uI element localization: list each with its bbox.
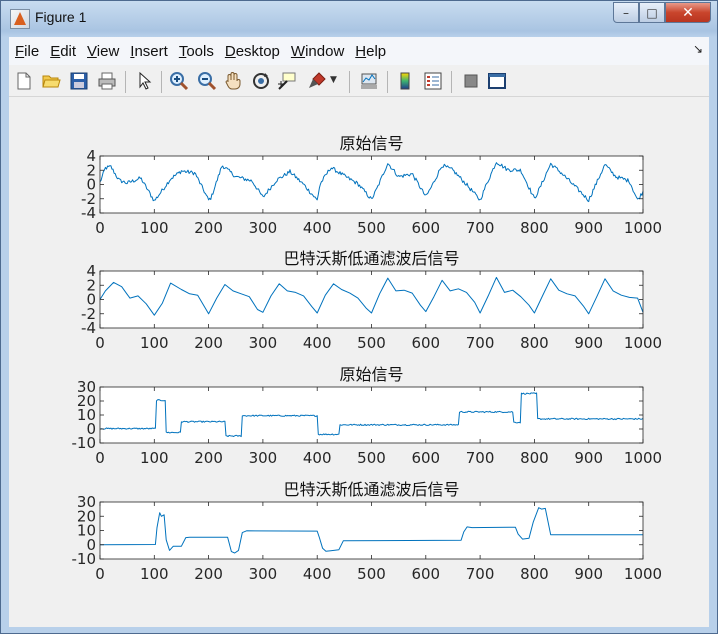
x-tick-label: 500: [357, 449, 386, 467]
data-cursor-icon[interactable]: [277, 71, 297, 91]
x-tick-label: 200: [194, 334, 223, 352]
zoom-out-icon[interactable]: [197, 71, 217, 91]
x-tick-label: 900: [574, 565, 603, 583]
x-tick-label: 700: [466, 565, 495, 583]
x-tick-label: 1000: [624, 449, 662, 467]
x-tick-label: 300: [249, 449, 278, 467]
x-tick-label: 100: [140, 449, 169, 467]
menu-desktop[interactable]: Desktop: [219, 43, 285, 60]
menu-bar: File Edit View Insert Tools Desktop Wind…: [9, 37, 709, 65]
x-tick-label: 400: [303, 565, 332, 583]
x-tick-label: 700: [466, 449, 495, 467]
toolbar-separator: [451, 71, 452, 93]
x-tick-label: 200: [194, 449, 223, 467]
menu-edit[interactable]: Edit: [44, 43, 81, 60]
minimize-button[interactable]: –: [613, 2, 639, 23]
y-tick-label: 4: [86, 147, 96, 165]
toolbar-separator: [125, 71, 126, 93]
x-tick-label: 1000: [624, 219, 662, 237]
y-tick-label: 4: [86, 262, 96, 280]
menu-view[interactable]: View: [81, 43, 124, 60]
legend-icon[interactable]: [423, 71, 443, 91]
hand-icon[interactable]: [223, 71, 243, 91]
x-tick-label: 0: [95, 565, 105, 583]
title-bar[interactable]: Figure 1 – □ ✕: [1, 1, 717, 37]
close-button[interactable]: ✕: [665, 2, 711, 23]
x-tick-label: 900: [574, 219, 603, 237]
menu-tools[interactable]: Tools: [173, 43, 219, 60]
x-tick-label: 500: [357, 219, 386, 237]
x-tick-label: 0: [95, 219, 105, 237]
x-tick-label: 300: [249, 565, 278, 583]
x-tick-label: 400: [303, 334, 332, 352]
x-tick-label: 600: [411, 565, 440, 583]
maximize-button[interactable]: □: [639, 2, 665, 23]
y-tick-label: 30: [77, 493, 96, 511]
zoom-in-icon[interactable]: [169, 71, 189, 91]
brush-icon[interactable]: [307, 71, 327, 91]
x-tick-label: 600: [411, 219, 440, 237]
figure-window: Figure 1 – □ ✕ File Edit View Insert Too…: [0, 0, 718, 634]
x-tick-label: 0: [95, 334, 105, 352]
floppy-disk-icon[interactable]: [69, 71, 89, 91]
x-tick-label: 200: [194, 219, 223, 237]
folder-open-icon[interactable]: [41, 71, 61, 91]
x-tick-label: 600: [411, 334, 440, 352]
brush-dropdown-icon[interactable]: ▼: [330, 75, 337, 85]
menu-file[interactable]: File: [9, 43, 44, 60]
menu-help[interactable]: Help: [349, 43, 391, 60]
axes-title: 巴特沃斯低通滤波后信号: [283, 249, 459, 268]
x-tick-label: 800: [520, 565, 549, 583]
x-tick-label: 100: [140, 334, 169, 352]
x-tick-label: 400: [303, 219, 332, 237]
axes-title: 原始信号: [339, 365, 403, 384]
axes-background: [100, 387, 643, 443]
window-title: Figure 1: [35, 9, 87, 25]
link-plot-icon[interactable]: [359, 71, 379, 91]
x-tick-label: 900: [574, 449, 603, 467]
toolbar-separator: [349, 71, 350, 93]
x-tick-label: 100: [140, 219, 169, 237]
matlab-icon: [10, 9, 30, 29]
x-tick-label: 700: [466, 219, 495, 237]
x-tick-label: 700: [466, 334, 495, 352]
x-tick-label: 200: [194, 565, 223, 583]
y-tick-label: 30: [77, 378, 96, 396]
toolbar: ▼: [9, 65, 709, 97]
x-tick-label: 800: [520, 449, 549, 467]
toolbar-separator: [387, 71, 388, 93]
menu-window[interactable]: Window: [285, 43, 349, 60]
axes-background: [100, 156, 643, 213]
colorbar-icon[interactable]: [395, 71, 415, 91]
x-tick-label: 400: [303, 449, 332, 467]
x-tick-label: 1000: [624, 565, 662, 583]
axes-background: [100, 502, 643, 559]
plots-svg: 0 100 200 300 400 500 600 700 800 900 1000-4-2024原…: [72, 134, 663, 583]
x-tick-label: 300: [249, 334, 278, 352]
x-tick-label: 900: [574, 334, 603, 352]
rotate-icon[interactable]: [251, 71, 271, 91]
x-tick-label: 500: [357, 565, 386, 583]
axes-title: 巴特沃斯低通滤波后信号: [283, 480, 459, 499]
figure-canvas[interactable]: 0 100 200 300 400 500 600 700 800 900 1000 -4 -2 0 2 4 原…: [9, 97, 709, 627]
x-tick-label: 600: [411, 449, 440, 467]
printer-icon[interactable]: [97, 71, 117, 91]
x-tick-label: 800: [520, 219, 549, 237]
axes-background: [100, 271, 643, 328]
x-tick-label: 1000: [624, 334, 662, 352]
new-file-icon[interactable]: [14, 71, 34, 91]
axes-title: 原始信号: [339, 134, 403, 153]
x-tick-label: 0: [95, 449, 105, 467]
pointer-arrow-icon[interactable]: [135, 71, 155, 91]
x-tick-label: 100: [140, 565, 169, 583]
x-tick-label: 300: [249, 219, 278, 237]
show-tools-icon[interactable]: [487, 71, 507, 91]
toolbar-separator: [161, 71, 162, 93]
window-controls: – □ ✕: [613, 2, 711, 24]
menu-insert[interactable]: Insert: [124, 43, 173, 60]
hide-tools-icon[interactable]: [461, 71, 481, 91]
x-tick-label: 500: [357, 334, 386, 352]
dock-arrow-icon[interactable]: ↘: [693, 42, 703, 56]
x-tick-label: 800: [520, 334, 549, 352]
